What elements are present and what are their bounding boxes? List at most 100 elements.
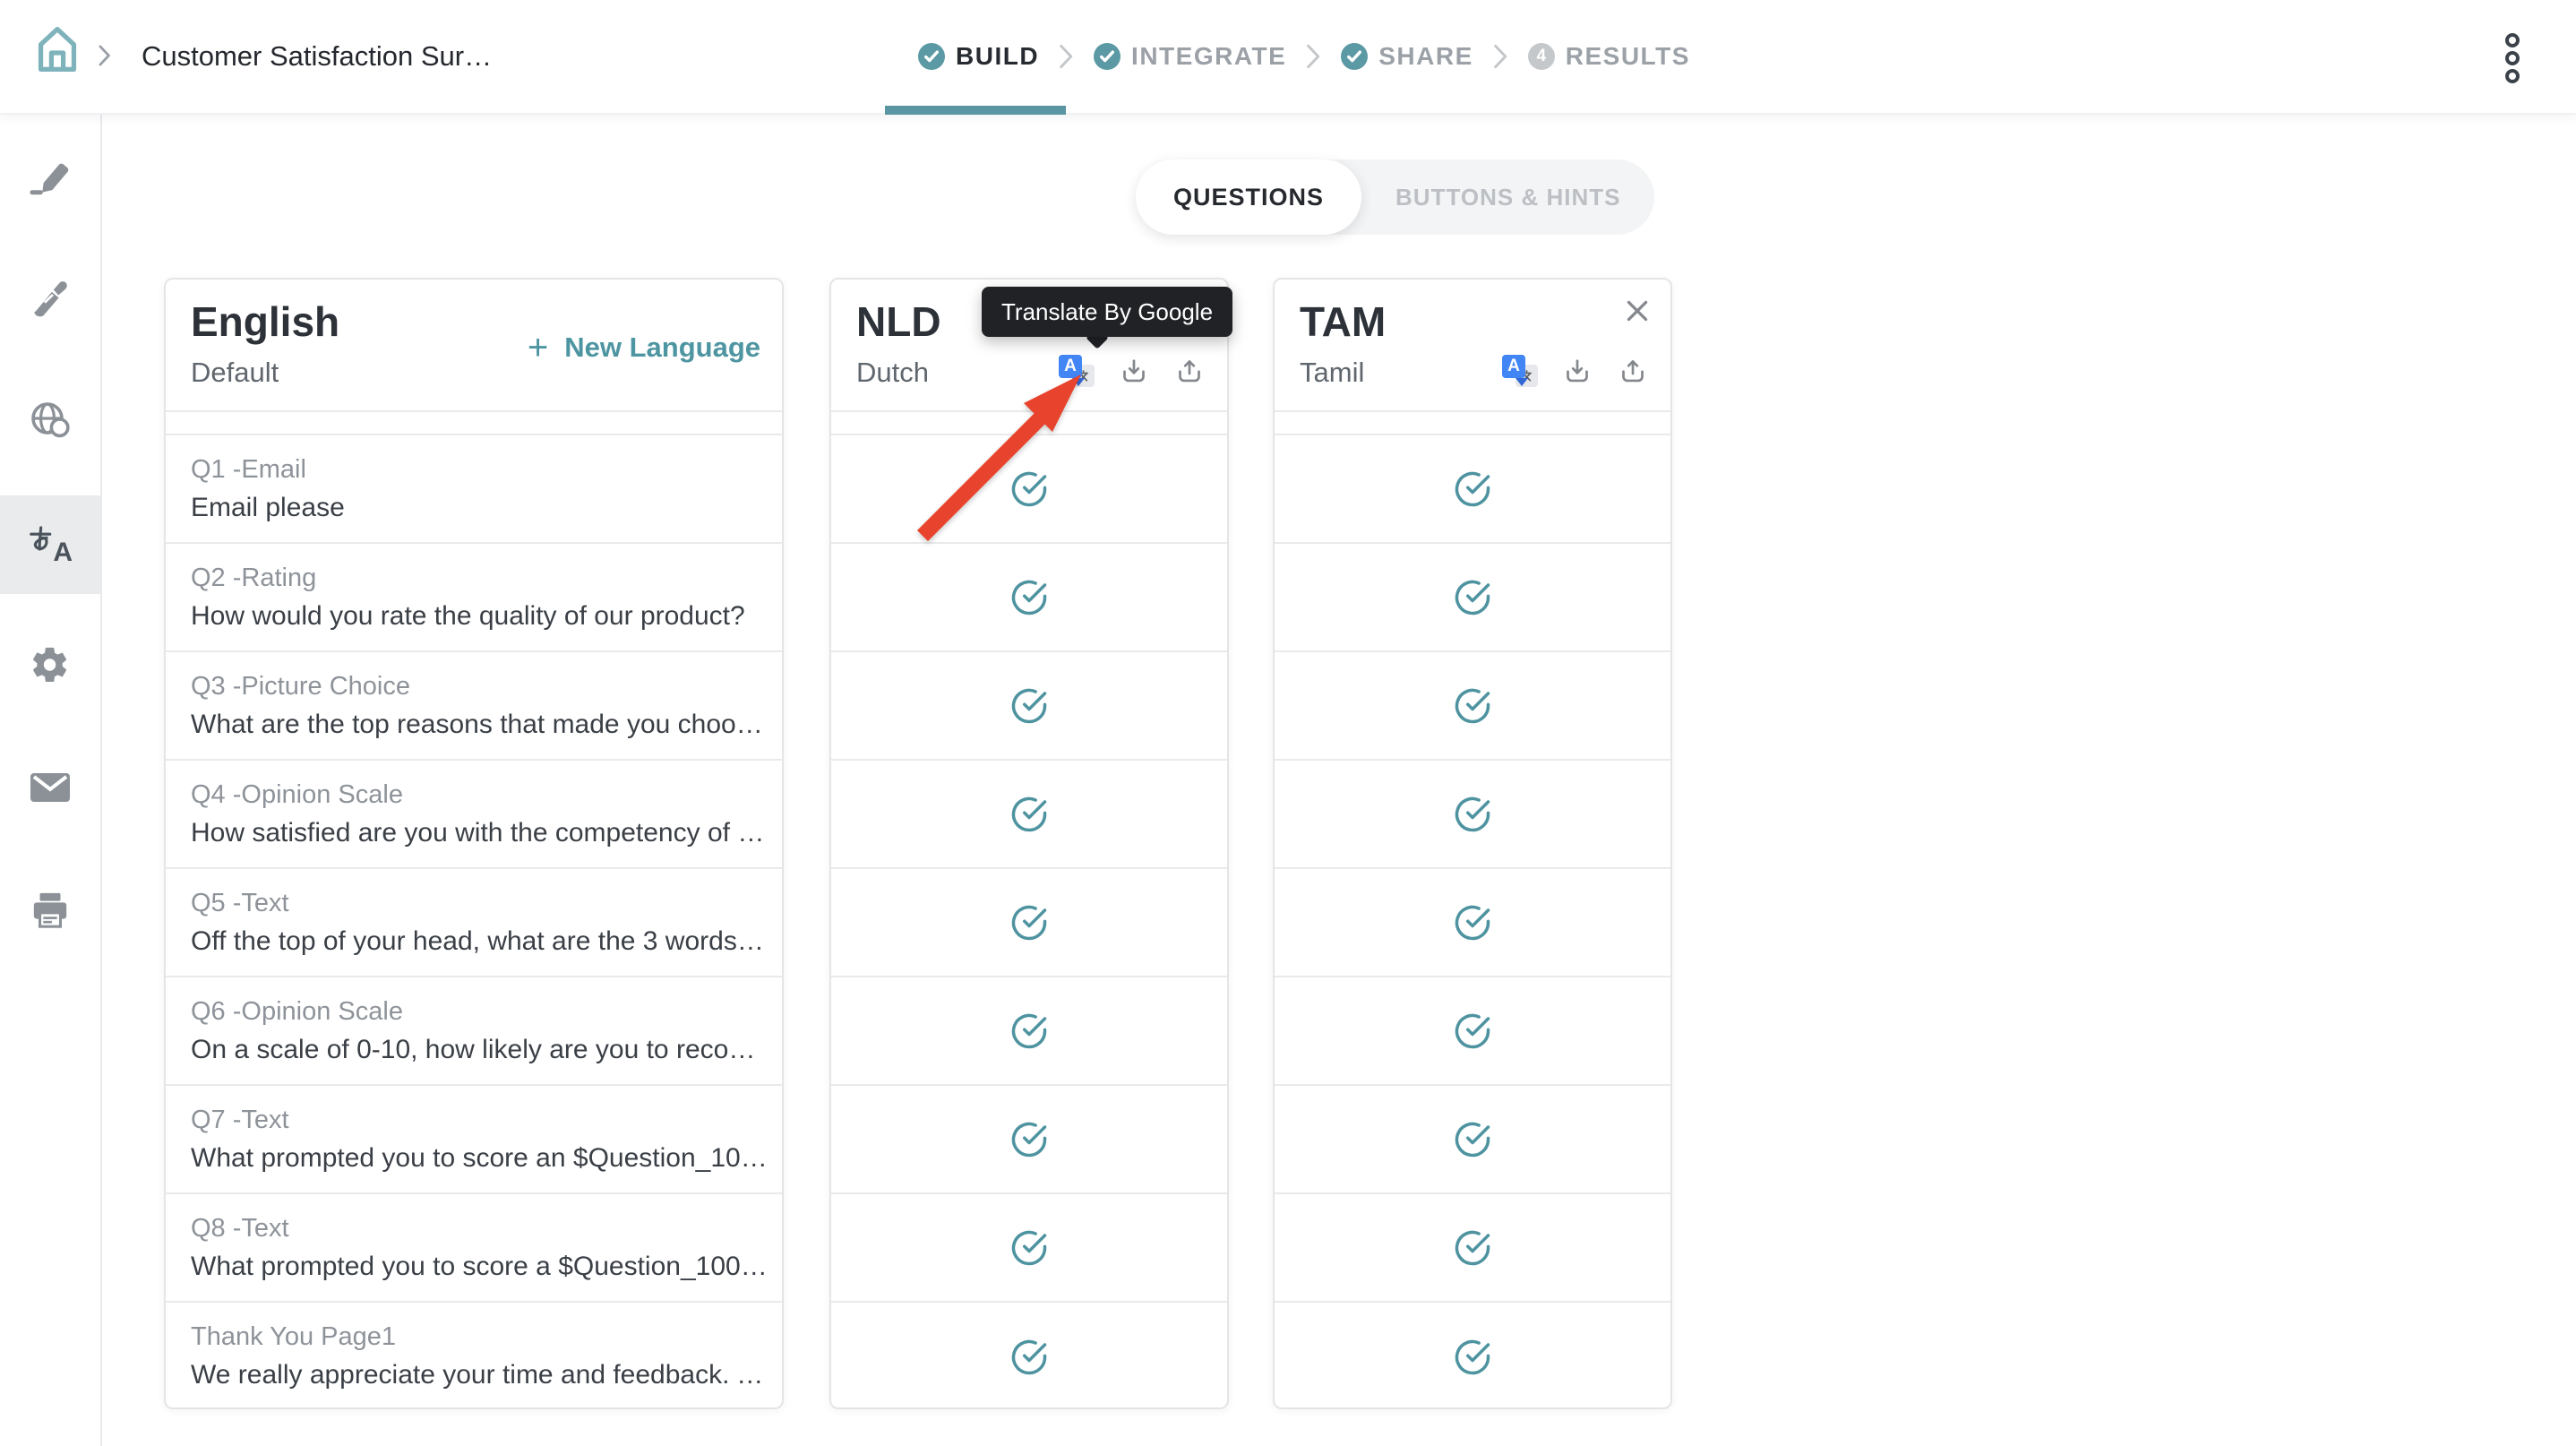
translated-row[interactable] [831,761,1227,869]
question-row[interactable]: Q7 -TextWhat prompted you to score an $Q… [166,1086,782,1194]
top-header: Customer Satisfaction Sur… BUILD INTEGRA… [0,0,2576,115]
wizard-steps: BUILD INTEGRATE SHARE [918,0,1690,113]
translate-by-google-button[interactable]: A [1502,353,1538,389]
download-translation-button[interactable] [1118,355,1150,387]
language-code: TAM [1300,299,1386,345]
step-separator-chevron-icon [1306,44,1321,69]
sidebar-item-email[interactable] [0,738,100,837]
translated-row[interactable] [1275,761,1670,869]
step-share-label: SHARE [1378,42,1473,71]
sidebar-item-design[interactable] [0,248,100,347]
check-circle-icon [1010,1121,1048,1158]
question-row[interactable]: Q2 -RatingHow would you rate the quality… [166,544,782,652]
home-button[interactable] [36,23,79,75]
breadcrumb-chevron-icon [99,45,111,71]
upload-translation-button[interactable] [1617,355,1649,387]
translated-row[interactable] [1275,1303,1670,1409]
sidebar-item-settings[interactable] [0,615,100,714]
translated-row[interactable] [1275,1086,1670,1194]
row-sliver [166,412,782,435]
translate-icon: A [28,525,73,564]
question-row[interactable]: Q8 -TextWhat prompted you to score a $Qu… [166,1194,782,1303]
step-share-check-icon [1341,43,1368,70]
language-title: English [191,299,339,345]
translated-row[interactable] [831,869,1227,977]
tab-buttons-hints[interactable]: BUTTONS & HINTS [1361,159,1654,235]
nld-status-rows [831,435,1227,1409]
paintbrush-icon [30,277,71,318]
question-row[interactable]: Q6 -Opinion ScaleOn a scale of 0-10, how… [166,977,782,1086]
download-translation-button[interactable] [1561,355,1593,387]
step-results-label: RESULTS [1566,42,1690,71]
plus-icon: + [528,330,548,366]
language-name: Dutch [856,357,929,389]
check-circle-icon [1010,687,1048,725]
check-circle-icon [1010,1338,1048,1376]
step-build[interactable]: BUILD [918,42,1039,71]
check-circle-icon [1010,904,1048,942]
question-row[interactable]: Thank You Page1We really appreciate your… [166,1303,782,1409]
translated-row[interactable] [831,435,1227,544]
step-build-check-icon [918,43,945,70]
tooltip-translate-by-google: Translate By Google [982,287,1232,337]
tam-card-header: TAM Tamil [1275,280,1670,412]
check-circle-icon [1454,470,1491,508]
check-circle-icon [1010,1229,1048,1267]
check-circle-icon [1454,687,1491,725]
sidebar-item-translate[interactable]: A [0,495,100,594]
question-rows: Q1 -EmailEmail please Q2 -RatingHow woul… [166,435,782,1409]
step-integrate[interactable]: INTEGRATE [1094,42,1286,71]
translated-row[interactable] [1275,435,1670,544]
translated-row[interactable] [831,544,1227,652]
question-row[interactable]: Q3 -Picture ChoiceWhat are the top reaso… [166,652,782,761]
translated-row[interactable] [831,1194,1227,1303]
breadcrumb[interactable]: Customer Satisfaction Sur… [142,0,492,113]
translated-row[interactable] [831,977,1227,1086]
check-circle-icon [1454,579,1491,616]
translated-row[interactable] [831,1086,1227,1194]
check-circle-icon [1010,579,1048,616]
step-share[interactable]: SHARE [1341,42,1473,71]
question-row[interactable]: Q1 -EmailEmail please [166,435,782,544]
language-card-english: English Default + New Language Q1 -Email… [164,278,784,1409]
check-circle-icon [1454,1338,1491,1376]
more-options-button[interactable] [2501,32,2524,84]
language-card-nld: NLD Dutch A [829,278,1229,1409]
language-card-tam: TAM Tamil [1273,278,1672,1409]
step-results-number: 4 [1536,47,1546,66]
sidebar-item-integrations[interactable] [0,371,100,469]
translated-row[interactable] [1275,869,1670,977]
translated-row[interactable] [1275,652,1670,761]
step-results-number-badge: 4 [1528,43,1555,70]
download-icon [1561,355,1593,387]
translated-row[interactable] [1275,544,1670,652]
upload-translation-button[interactable] [1173,355,1206,387]
row-sliver [831,412,1227,435]
google-translate-icon: A [1502,353,1538,389]
download-icon [1118,355,1150,387]
question-row[interactable]: Q5 -TextOff the top of your head, what a… [166,869,782,977]
language-subtitle: Default [191,357,279,389]
sidebar-item-build[interactable] [0,126,100,225]
translated-row[interactable] [1275,977,1670,1086]
sidebar-item-print[interactable] [0,861,100,960]
tab-questions[interactable]: QUESTIONS [1136,159,1361,235]
translation-page: Customer Satisfaction Sur… BUILD INTEGRA… [0,0,2576,1446]
gear-icon [30,644,71,685]
remove-language-button[interactable] [1622,296,1653,326]
translated-row[interactable] [831,652,1227,761]
step-results[interactable]: 4 RESULTS [1528,42,1690,71]
new-language-button[interactable]: + New Language [528,330,760,366]
check-circle-icon [1010,1012,1048,1050]
translated-row[interactable] [831,1303,1227,1409]
step-separator-chevron-icon [1493,44,1508,69]
tam-status-rows [1275,435,1670,1409]
translate-by-google-button[interactable]: A [1059,353,1095,389]
translated-row[interactable] [1275,1194,1670,1303]
upload-icon [1617,355,1649,387]
active-step-underline [885,106,1066,115]
left-sidebar: A [0,115,102,1446]
question-row[interactable]: Q4 -Opinion ScaleHow satisfied are you w… [166,761,782,869]
step-build-label: BUILD [956,42,1039,71]
close-icon [1622,296,1653,326]
